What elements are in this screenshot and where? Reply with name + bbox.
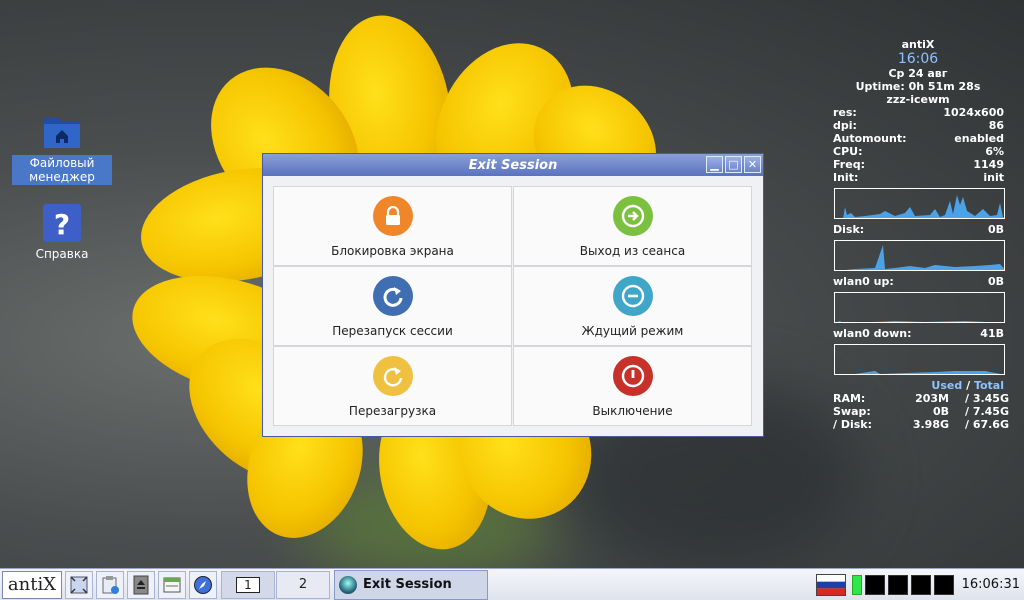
- suspend-button[interactable]: Ждущий режим: [513, 266, 752, 346]
- disk-monitor[interactable]: [933, 574, 954, 595]
- lock-icon: [372, 196, 413, 236]
- mem-row: / Disk: 3.98G/ 67.6G: [833, 418, 1009, 431]
- desktop-icon-label: Справка: [35, 247, 89, 261]
- wlan-up-graph: [834, 292, 1005, 323]
- stat-row: Freq: 1149: [833, 158, 1004, 171]
- editor-launcher[interactable]: [158, 570, 186, 599]
- restart-session-label: Перезапуск сессии: [332, 324, 453, 338]
- conky-date: Ср 24 авг: [888, 67, 948, 80]
- shutdown-button[interactable]: Выключение: [513, 346, 752, 426]
- minimize-icon: ▁: [710, 158, 719, 171]
- show-desktop-button[interactable]: [65, 570, 93, 599]
- suspend-icon: [612, 276, 653, 316]
- desktop-icon-label: Файловый менеджер: [12, 155, 112, 185]
- conky-wm: zzz-icewm: [886, 93, 950, 106]
- disk-row: Disk: 0B: [833, 223, 1004, 236]
- close-button[interactable]: ✕: [744, 156, 761, 173]
- reboot-icon: [372, 356, 413, 396]
- window-titlebar[interactable]: Exit Session ▁ □ ✕: [263, 154, 763, 176]
- mem-row: Swap: 0B/ 7.45G: [833, 405, 1009, 418]
- conky-uptime: Uptime: 0h 51m 28s: [855, 80, 981, 93]
- keyboard-layout-flag-icon[interactable]: [815, 573, 846, 596]
- system-monitor: antiX 16:06 Ср 24 авг Uptime: 0h 51m 28s…: [830, 38, 1009, 431]
- wlan-down-graph: [834, 344, 1005, 375]
- wlan-down-row: wlan0 down: 41B: [833, 327, 1004, 340]
- task-label: Exit Session: [363, 577, 452, 592]
- taskbar: antiX 1 2 Exit Session 16:06:31: [0, 568, 1024, 600]
- logout-label: Выход из сеанса: [579, 244, 686, 258]
- lock-screen-button[interactable]: Блокировка экрана: [273, 186, 512, 266]
- maximize-button[interactable]: □: [725, 156, 742, 173]
- logout-button[interactable]: Выход из сеанса: [513, 186, 752, 266]
- stat-row: CPU: 6%: [833, 145, 1004, 158]
- taskbar-clock[interactable]: 16:06:31: [962, 577, 1020, 592]
- lock-screen-label: Блокировка экрана: [331, 244, 454, 258]
- reboot-label: Перезагрузка: [348, 404, 437, 418]
- compass-icon: [194, 575, 212, 594]
- stat-row: res: 1024x600: [833, 106, 1004, 119]
- file-manager-launcher[interactable]: [96, 570, 124, 599]
- conky-clock: 16:06: [897, 51, 939, 67]
- restart-session-button[interactable]: Перезапуск сессии: [273, 266, 512, 346]
- cpu-monitor[interactable]: [864, 574, 885, 595]
- folder-icon: [42, 112, 82, 152]
- network-monitor[interactable]: [910, 574, 931, 595]
- browser-launcher[interactable]: [189, 570, 217, 599]
- desktop-icon-file-manager[interactable]: Файловый менеджер: [12, 112, 112, 185]
- task-exit-session[interactable]: Exit Session: [334, 569, 488, 600]
- mem-header: Used / Total: [931, 379, 1004, 392]
- maximize-icon: □: [728, 158, 739, 171]
- cpu-graph: [834, 188, 1005, 219]
- disk-graph: [834, 240, 1005, 271]
- battery-monitor[interactable]: [851, 574, 862, 595]
- conky-host: antiX: [901, 38, 935, 51]
- shutdown-label: Выключение: [592, 404, 673, 418]
- exit-session-app-icon: [339, 575, 357, 594]
- window-title: Exit Session: [468, 157, 558, 173]
- system-tray: 16:06:31: [815, 571, 1024, 599]
- help-icon: ?: [42, 203, 82, 243]
- restart-session-icon: [372, 276, 413, 316]
- stat-row: Init: init: [833, 171, 1004, 184]
- window-manager-icon: [163, 577, 181, 592]
- workspace-1[interactable]: 1: [221, 570, 275, 599]
- show-desktop-icon: [70, 575, 88, 594]
- eject-icon: [133, 575, 149, 594]
- stat-row: dpi: 86: [833, 119, 1004, 132]
- start-menu-button[interactable]: antiX: [2, 570, 62, 599]
- stat-row: Automount: enabled: [833, 132, 1004, 145]
- mem-row: RAM: 203M/ 3.45G: [833, 392, 1009, 405]
- svg-text:?: ?: [54, 208, 70, 241]
- suspend-label: Ждущий режим: [581, 324, 684, 338]
- desktop-icon-help[interactable]: ? Справка: [12, 203, 112, 262]
- logout-icon: [612, 196, 653, 236]
- clipboard-icon: [102, 575, 119, 594]
- power-icon: [612, 356, 653, 396]
- terminal-launcher[interactable]: [127, 570, 155, 599]
- minimize-button[interactable]: ▁: [706, 156, 723, 173]
- close-icon: ✕: [747, 158, 758, 171]
- workspace-switcher: 1 2: [221, 570, 330, 599]
- exit-session-window: Exit Session ▁ □ ✕ Блокировка экрана Вых…: [262, 153, 764, 437]
- workspace-2[interactable]: 2: [276, 570, 330, 599]
- wlan-up-row: wlan0 up: 0B: [833, 275, 1004, 288]
- reboot-button[interactable]: Перезагрузка: [273, 346, 512, 426]
- memory-monitor[interactable]: [887, 574, 908, 595]
